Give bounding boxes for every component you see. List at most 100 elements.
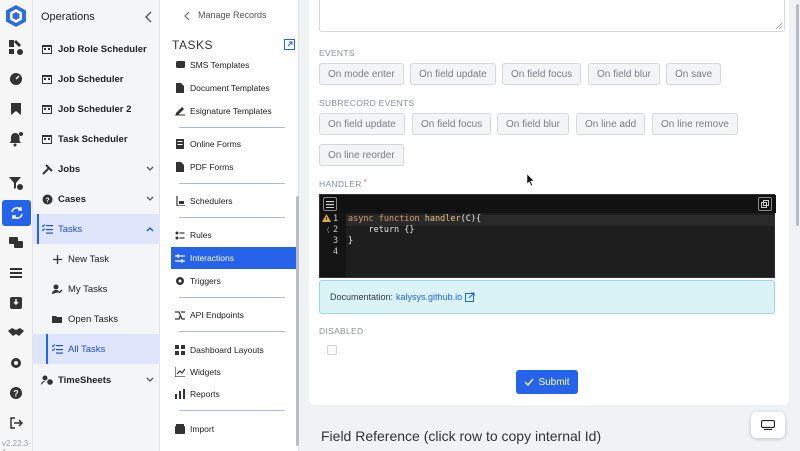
menu-item-dashboard-layouts[interactable]: Dashboard Layouts — [171, 339, 297, 361]
calendar-icon — [41, 133, 53, 145]
chevron-up-icon[interactable] — [145, 224, 155, 234]
menu-item-interactions[interactable]: Interactions — [171, 247, 297, 269]
cases-icon: ? — [41, 193, 53, 205]
chevron-down-icon[interactable] — [145, 375, 155, 385]
event-chip-on-mode-enter[interactable]: On mode enter — [319, 63, 404, 85]
dashboard-gauge-icon[interactable] — [7, 70, 25, 88]
submit-button[interactable]: Submit — [516, 370, 578, 394]
nav-item-new-task[interactable]: New Task — [33, 244, 160, 274]
disabled-checkbox[interactable] — [327, 345, 337, 355]
menu-item-pdf-forms[interactable]: PDF Forms — [171, 156, 297, 178]
nav-item-label: Jobs — [58, 163, 81, 175]
nav-item-job-scheduler[interactable]: Job Scheduler — [33, 64, 160, 94]
menu-item-online-forms[interactable]: Online Forms — [171, 133, 297, 155]
code-keyword: function — [378, 214, 420, 224]
panel-title: TASKS — [172, 38, 213, 52]
event-chip-on-save[interactable]: On save — [666, 63, 722, 85]
nav-item-task-scheduler[interactable]: Task Scheduler — [33, 124, 160, 154]
subrecord-chip-on-field-update[interactable]: On field update — [319, 113, 405, 135]
menu-item-sms-templates[interactable]: SMS Templates — [171, 56, 297, 76]
menu-item-reports[interactable]: Reports — [171, 383, 297, 405]
code-editor[interactable]: ⟨ 1 2 3 4 async function handler(C){ ret… — [319, 194, 776, 278]
subrecord-chip-on-line-remove[interactable]: On line remove — [652, 113, 738, 135]
svg-text:?: ? — [45, 197, 49, 204]
event-chip-on-field-update[interactable]: On field update — [410, 63, 496, 85]
handler-label: HANDLER * — [319, 179, 367, 189]
editor-menu-icon[interactable] — [323, 197, 337, 211]
nav-item-all-tasks[interactable]: All Tasks — [33, 334, 160, 364]
chat-icon[interactable] — [7, 234, 25, 252]
sync-icon[interactable] — [2, 200, 31, 226]
list-icon[interactable] — [7, 264, 25, 282]
nav-item-label: TimeSheets — [58, 374, 112, 386]
nav-item-job-scheduler-2[interactable]: Job Scheduler 2 — [33, 94, 160, 124]
menu-item-document-templates[interactable]: Document Templates — [171, 77, 297, 99]
disabled-label: DISABLED — [319, 326, 364, 336]
line-number: 3 — [333, 236, 339, 246]
menu-item-label: Schedulers — [190, 196, 233, 206]
events-label: EVENTS — [319, 48, 355, 58]
nav-item-timesheets[interactable]: TimeSheets — [33, 365, 160, 395]
bell-icon[interactable] — [7, 130, 25, 148]
gear-icon[interactable] — [7, 354, 25, 372]
fold-icon[interactable]: ⟨ — [326, 226, 330, 234]
api-icon — [175, 310, 185, 320]
resize-grip-icon[interactable] — [776, 23, 782, 29]
checklist-icon — [41, 223, 53, 235]
menu-item-label: Rules — [190, 230, 212, 240]
menu-item-rules[interactable]: Rules — [171, 224, 297, 246]
external-link-icon[interactable] — [465, 292, 475, 302]
nav-item-tasks[interactable]: Tasks — [33, 214, 160, 244]
filter-settings-icon[interactable] — [7, 174, 25, 192]
menu-item-schedulers[interactable]: Schedulers — [171, 190, 297, 212]
logout-icon[interactable] — [7, 414, 25, 432]
menu-item-esignature-templates[interactable]: Esignature Templates — [171, 100, 297, 122]
open-external-icon[interactable] — [284, 39, 295, 50]
chevron-down-icon[interactable] — [145, 194, 155, 204]
menu-item-label: Interactions — [190, 253, 234, 263]
menu-item-triggers[interactable]: Triggers — [171, 270, 297, 292]
nav-item-label: New Task — [68, 253, 110, 265]
code-line-1: async function handler(C){ — [348, 214, 481, 224]
menu-item-api-endpoints[interactable]: API Endpoints — [171, 304, 297, 326]
code-function-name: handler — [424, 214, 461, 224]
icon-rail: ? v2.22.3-1 — [0, 0, 33, 451]
nav-item-cases[interactable]: ? Cases — [33, 184, 160, 214]
app-logo[interactable] — [5, 4, 27, 28]
interaction-form-card: EVENTS On mode enter On field update On … — [309, 0, 789, 405]
handshake-icon[interactable] — [7, 324, 25, 342]
sms-icon — [175, 60, 185, 70]
subrecord-chip-on-field-focus[interactable]: On field focus — [412, 113, 492, 135]
subrecord-chip-on-field-blur[interactable]: On field blur — [497, 113, 569, 135]
form-icon — [175, 139, 185, 149]
mouse-cursor-icon — [527, 174, 535, 186]
menu-item-label: Esignature Templates — [190, 106, 272, 116]
chevron-down-icon[interactable] — [145, 164, 155, 174]
nav-item-jobs[interactable]: Jobs — [33, 154, 160, 184]
description-textarea[interactable] — [319, 0, 785, 32]
nav-item-job-role-scheduler[interactable]: Job Role Scheduler — [33, 34, 160, 64]
back-chevron-icon[interactable] — [183, 11, 191, 21]
nav-item-my-tasks[interactable]: My Tasks — [33, 274, 160, 304]
subrecord-chip-on-line-add[interactable]: On line add — [576, 113, 646, 135]
subrecord-chip-on-line-reorder[interactable]: On line reorder — [319, 144, 404, 166]
event-chip-on-field-focus[interactable]: On field focus — [502, 63, 582, 85]
main-scrollbar[interactable] — [796, 4, 799, 226]
line-number: 4 — [333, 247, 339, 257]
handler-label-text: HANDLER — [319, 179, 362, 189]
breadcrumb[interactable]: Manage Records — [198, 10, 267, 20]
nav-item-open-tasks[interactable]: Open Tasks — [33, 304, 160, 334]
menu-item-import[interactable]: Import — [171, 418, 297, 440]
collapse-chevron-icon[interactable] — [143, 10, 155, 24]
help-icon[interactable]: ? — [7, 384, 25, 402]
copy-icon[interactable] — [758, 197, 772, 211]
menu-item-widgets[interactable]: Widgets — [171, 361, 297, 383]
menu-item-label: API Endpoints — [190, 310, 244, 320]
documentation-link[interactable]: kalysys.github.io — [396, 292, 462, 302]
chat-widget-button[interactable] — [751, 412, 785, 438]
field-reference-heading: Field Reference (click row to copy inter… — [321, 428, 602, 444]
operations-icon[interactable] — [7, 38, 25, 56]
event-chip-on-field-blur[interactable]: On field blur — [588, 63, 660, 85]
inbox-download-icon[interactable] — [7, 294, 25, 312]
bookmark-icon[interactable] — [7, 100, 25, 118]
